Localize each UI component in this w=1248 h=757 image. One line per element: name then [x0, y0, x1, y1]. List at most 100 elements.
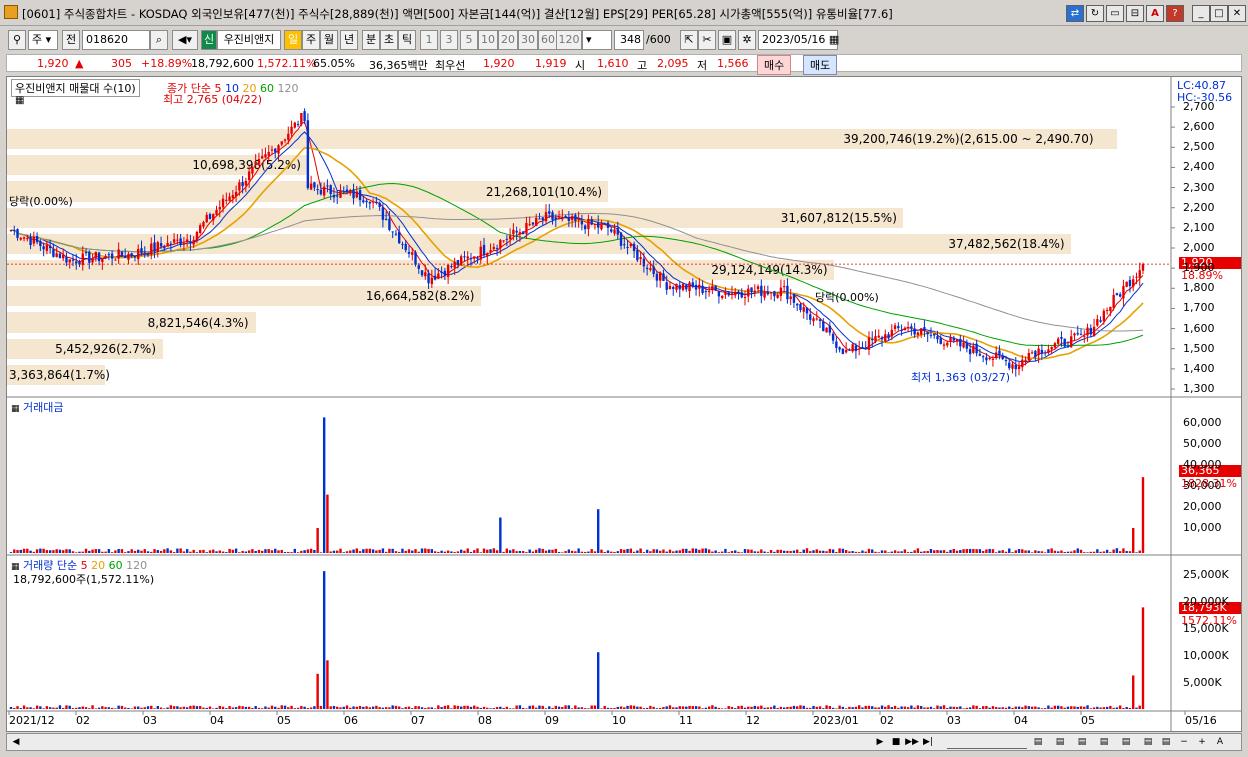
- refresh-icon[interactable]: ↻: [1086, 5, 1104, 22]
- volume-bar: [1099, 707, 1102, 709]
- tool-scissors-icon[interactable]: ✂: [698, 30, 716, 50]
- volume-bar: [270, 705, 274, 709]
- interval-60[interactable]: 60: [538, 30, 558, 50]
- interval-120[interactable]: 120: [556, 30, 582, 50]
- period-tick[interactable]: 틱: [398, 30, 416, 50]
- search-icon[interactable]: ⌕: [150, 30, 168, 50]
- speaker-icon[interactable]: ◀▾: [172, 30, 198, 50]
- period-second[interactable]: 초: [380, 30, 398, 50]
- amount-bar: [1112, 549, 1115, 553]
- candle-body: [32, 237, 36, 244]
- volume-bar: [456, 705, 460, 709]
- custom-interval-select[interactable]: ▾: [582, 30, 612, 50]
- grid-icon[interactable]: ▦: [15, 95, 24, 106]
- amount-bar: [137, 549, 140, 553]
- volume-bar: [642, 708, 646, 709]
- amount-bar: [185, 549, 189, 553]
- end-icon[interactable]: ▶|: [921, 735, 935, 749]
- bottom-scrollbar[interactable]: ◀ ▶ ■ ▶▶ ▶| ▤ ▤ ▤ ▤ ▤ ▤ ▤ − + A: [6, 733, 1242, 751]
- volume-bar: [394, 705, 398, 709]
- amount-bar: [316, 527, 319, 553]
- volume-bar: [450, 708, 453, 709]
- tool-d-icon[interactable]: ▤: [1097, 735, 1111, 749]
- amount-bar: [407, 549, 411, 553]
- candle-body: [414, 252, 417, 265]
- tool-a-icon[interactable]: ▤: [1031, 735, 1045, 749]
- tool-f-icon[interactable]: ▤: [1141, 735, 1155, 749]
- stop-icon[interactable]: ■: [889, 735, 903, 749]
- zoom-out-icon[interactable]: −: [1177, 735, 1191, 749]
- pin-icon[interactable]: ⚲: [8, 30, 26, 50]
- candle-body: [521, 231, 525, 235]
- y-tick-label: 1,600: [1183, 321, 1215, 335]
- tool-b-icon[interactable]: ▤: [1053, 735, 1067, 749]
- amount-bar: [561, 552, 564, 553]
- prev-button[interactable]: 전: [62, 30, 80, 50]
- interval-1[interactable]: 1: [420, 30, 438, 50]
- help-icon[interactable]: ?: [1166, 5, 1184, 22]
- chart-canvas[interactable]: [7, 77, 1241, 731]
- zoom-in-icon[interactable]: +: [1195, 735, 1209, 749]
- amount-bar: [688, 550, 691, 553]
- candle-body: [988, 357, 991, 360]
- volume-bar: [681, 706, 685, 709]
- maximize-icon[interactable]: □: [1210, 5, 1228, 22]
- amount-bar: [841, 548, 845, 553]
- interval-20[interactable]: 20: [498, 30, 518, 50]
- scroll-right-icon[interactable]: ▶: [873, 735, 887, 749]
- chart-area[interactable]: 39,200,746(19.2%)(2,615.00 ~ 2,490.70) 10…: [6, 76, 1242, 732]
- tool-e-icon[interactable]: ▤: [1119, 735, 1133, 749]
- candle-body: [975, 343, 978, 354]
- amount-bar: [1001, 550, 1004, 553]
- interval-30[interactable]: 30: [518, 30, 538, 50]
- minimize-icon[interactable]: _: [1192, 5, 1210, 22]
- scroll-left-icon[interactable]: ◀: [9, 735, 23, 749]
- period-year[interactable]: 년: [340, 30, 358, 50]
- period-month[interactable]: 월: [320, 30, 338, 50]
- amount-bar: [378, 549, 381, 553]
- tool-arrow-icon[interactable]: ⇱: [680, 30, 698, 50]
- dock-icon[interactable]: ⊟: [1126, 5, 1144, 22]
- close-icon[interactable]: ✕: [1228, 5, 1246, 22]
- amount-bar: [639, 548, 642, 553]
- font-icon[interactable]: A: [1146, 5, 1164, 22]
- buy-button[interactable]: 매수: [757, 55, 792, 75]
- interval-5[interactable]: 5: [460, 30, 478, 50]
- copy-icon[interactable]: ▭: [1106, 5, 1124, 22]
- settings-icon[interactable]: ✲: [738, 30, 756, 50]
- font-size-icon[interactable]: A: [1213, 735, 1227, 749]
- period-week[interactable]: 주: [302, 30, 320, 50]
- interval-10[interactable]: 10: [478, 30, 498, 50]
- period-minute[interactable]: 분: [362, 30, 380, 50]
- volume-bar: [838, 705, 841, 709]
- count-input[interactable]: 348: [614, 30, 644, 50]
- tool-g-icon[interactable]: ▤: [1159, 735, 1173, 749]
- amount-bar: [704, 548, 708, 553]
- link-icon[interactable]: ⇄: [1066, 5, 1084, 22]
- volume-bar: [988, 707, 991, 709]
- amount-bar: [985, 549, 988, 553]
- candle-body: [773, 291, 776, 297]
- volume-bar: [965, 707, 969, 709]
- candle-body: [564, 215, 567, 217]
- volume-bar: [613, 708, 616, 709]
- market-select[interactable]: 주 ▾: [28, 30, 58, 50]
- zoom-slider[interactable]: [947, 735, 1027, 749]
- amount-bar: [456, 551, 460, 553]
- x-tick-label: 06: [344, 714, 358, 727]
- code-input[interactable]: 018620: [82, 30, 150, 50]
- volume-bar: [890, 707, 894, 709]
- sell-button[interactable]: 매도: [803, 55, 838, 75]
- save-icon[interactable]: ▣: [718, 30, 736, 50]
- date-input[interactable]: 2023/05/16 ▦: [758, 30, 839, 50]
- price-panel-title[interactable]: 우진비앤지 매물대 수(10): [11, 79, 140, 97]
- amount-bar: [120, 549, 124, 553]
- tool-c-icon[interactable]: ▤: [1075, 735, 1089, 749]
- candle-body: [649, 268, 652, 270]
- fast-forward-icon[interactable]: ▶▶: [905, 735, 919, 749]
- interval-3[interactable]: 3: [440, 30, 458, 50]
- candle-body: [512, 229, 515, 235]
- volume-bar: [349, 707, 352, 709]
- volume-bar: [854, 706, 858, 709]
- period-day[interactable]: 일: [284, 30, 302, 50]
